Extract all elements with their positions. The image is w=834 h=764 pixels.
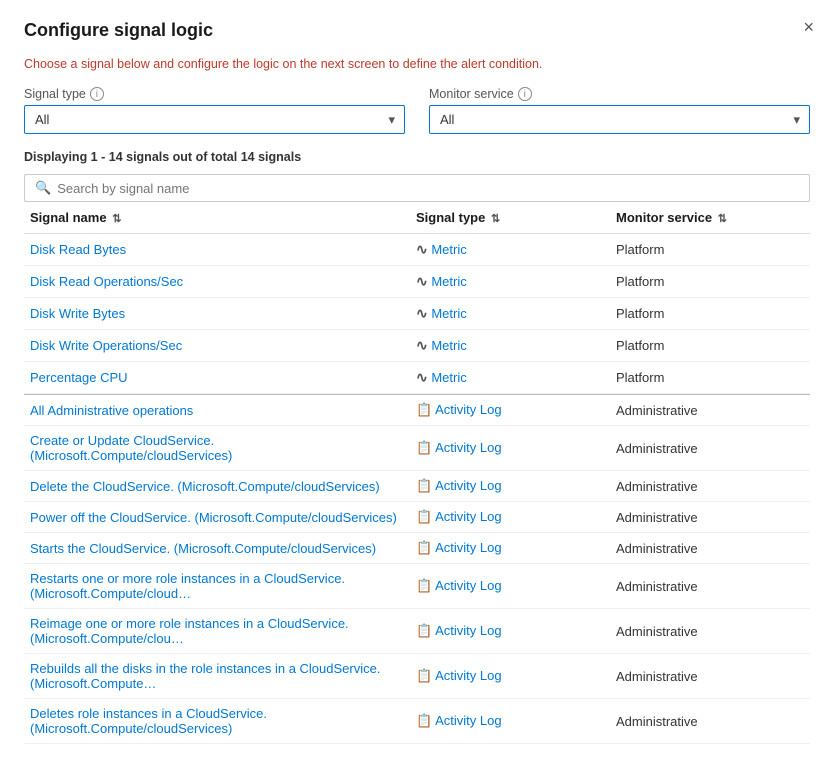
activity-log-icon: 📋	[416, 713, 432, 729]
table-header-row: Signal name ⇅ Signal type ⇅ Monitor serv…	[24, 202, 810, 234]
sort-signal-type-icon: ⇅	[491, 213, 500, 225]
table-row: Starts the CloudService. (Microsoft.Comp…	[24, 533, 810, 564]
search-box: 🔍	[24, 174, 810, 202]
signal-type-value: 📋 Activity Log	[416, 668, 502, 683]
signal-name-link[interactable]: Deletes role instances in a CloudService…	[30, 706, 267, 736]
monitor-service-value: Administrative	[616, 579, 698, 594]
monitor-service-value: Administrative	[616, 510, 698, 525]
signal-type-value: 📋 Activity Log	[416, 509, 502, 524]
signal-count-text: Displaying 1 - 14 signals out of total 1…	[24, 150, 810, 164]
monitor-service-select[interactable]: All Platform Administrative	[429, 105, 810, 134]
signal-name-link[interactable]: Disk Read Bytes	[30, 242, 126, 257]
signal-type-value: ∿ Metric	[416, 242, 467, 257]
signal-type-value: 📋 Activity Log	[416, 402, 502, 417]
activity-log-icon: 📋	[416, 668, 432, 684]
monitor-service-value: Platform	[616, 274, 664, 289]
signal-type-value: 📋 Activity Log	[416, 540, 502, 555]
signal-type-value: ∿ Metric	[416, 338, 467, 353]
metric-icon: ∿	[416, 273, 428, 290]
table-row: Disk Write Bytes ∿ Metric Platform	[24, 298, 810, 330]
table-row: Disk Read Operations/Sec ∿ Metric Platform	[24, 266, 810, 298]
col-monitor-service[interactable]: Monitor service ⇅	[610, 202, 810, 234]
table-row: Percentage CPU ∿ Metric Platform	[24, 362, 810, 394]
signal-type-select[interactable]: All Metric Activity Log	[24, 105, 405, 134]
signal-name-link[interactable]: Restarts one or more role instances in a…	[30, 571, 345, 601]
monitor-service-value: Administrative	[616, 624, 698, 639]
monitor-service-select-wrapper: All Platform Administrative	[429, 105, 810, 134]
signal-name-link[interactable]: All Administrative operations	[30, 403, 193, 418]
monitor-service-label: Monitor service i	[429, 87, 810, 101]
signal-type-info-icon[interactable]: i	[90, 87, 104, 101]
signal-name-link[interactable]: Create or Update CloudService. (Microsof…	[30, 433, 232, 463]
configure-signal-panel: Configure signal logic × Choose a signal…	[0, 0, 834, 764]
monitor-service-value: Platform	[616, 306, 664, 321]
signal-name-link[interactable]: Delete the CloudService. (Microsoft.Comp…	[30, 479, 380, 494]
signal-type-value: 📋 Activity Log	[416, 623, 502, 638]
close-button[interactable]: ×	[803, 18, 814, 36]
table-row: Disk Write Operations/Sec ∿ Metric Platfor…	[24, 330, 810, 362]
signal-name-link[interactable]: Percentage CPU	[30, 370, 128, 385]
activity-log-icon: 📋	[416, 402, 432, 418]
sort-signal-name-icon: ⇅	[112, 213, 121, 225]
table-row: Rebuilds all the disks in the role insta…	[24, 654, 810, 699]
monitor-service-info-icon[interactable]: i	[518, 87, 532, 101]
filter-row: Signal type i All Metric Activity Log Mo…	[24, 87, 810, 134]
signal-name-link[interactable]: Power off the CloudService. (Microsoft.C…	[30, 510, 397, 525]
table-row: Restarts one or more role instances in a…	[24, 564, 810, 609]
monitor-service-value: Administrative	[616, 669, 698, 684]
col-signal-type[interactable]: Signal type ⇅	[410, 202, 610, 234]
signal-name-link[interactable]: Disk Write Bytes	[30, 306, 125, 321]
metric-icon: ∿	[416, 369, 428, 386]
monitor-service-value: Administrative	[616, 479, 698, 494]
metric-icon: ∿	[416, 241, 428, 258]
monitor-service-value: Platform	[616, 338, 664, 353]
table-row: Power off the CloudService. (Microsoft.C…	[24, 502, 810, 533]
activity-log-icon: 📋	[416, 540, 432, 556]
info-text: Choose a signal below and configure the …	[24, 57, 810, 71]
signal-type-select-wrapper: All Metric Activity Log	[24, 105, 405, 134]
monitor-service-value: Administrative	[616, 441, 698, 456]
monitor-service-value: Administrative	[616, 714, 698, 729]
activity-log-icon: 📋	[416, 478, 432, 494]
search-icon: 🔍	[35, 180, 51, 196]
table-row: All Administrative operations 📋 Activity …	[24, 395, 810, 426]
signal-name-link[interactable]: Reimage one or more role instances in a …	[30, 616, 349, 646]
panel-title: Configure signal logic	[24, 20, 810, 41]
search-input[interactable]	[57, 181, 799, 196]
signal-type-value: 📋 Activity Log	[416, 713, 502, 728]
signal-name-link[interactable]: Starts the CloudService. (Microsoft.Comp…	[30, 541, 376, 556]
monitor-service-value: Administrative	[616, 541, 698, 556]
table-row: Deletes role instances in a CloudService…	[24, 699, 810, 744]
table-row: Delete the CloudService. (Microsoft.Comp…	[24, 471, 810, 502]
signal-type-group: Signal type i All Metric Activity Log	[24, 87, 405, 134]
table-row: Disk Read Bytes ∿ Metric Platform	[24, 234, 810, 266]
signal-type-label: Signal type i	[24, 87, 405, 101]
monitor-service-value: Administrative	[616, 403, 698, 418]
activity-log-icon: 📋	[416, 440, 432, 456]
signal-name-link[interactable]: Disk Write Operations/Sec	[30, 338, 182, 353]
signal-type-value: ∿ Metric	[416, 274, 467, 289]
activity-log-icon: 📋	[416, 509, 432, 525]
monitor-service-value: Platform	[616, 370, 664, 385]
signal-type-value: 📋 Activity Log	[416, 440, 502, 455]
signal-name-link[interactable]: Disk Read Operations/Sec	[30, 274, 183, 289]
table-row: Reimage one or more role instances in a …	[24, 609, 810, 654]
monitor-service-value: Platform	[616, 242, 664, 257]
signal-type-value: 📋 Activity Log	[416, 478, 502, 493]
metric-icon: ∿	[416, 337, 428, 354]
sort-monitor-service-icon: ⇅	[718, 213, 727, 225]
signal-type-value: ∿ Metric	[416, 306, 467, 321]
monitor-service-group: Monitor service i All Platform Administr…	[429, 87, 810, 134]
activity-log-icon: 📋	[416, 623, 432, 639]
col-signal-name[interactable]: Signal name ⇅	[24, 202, 410, 234]
signal-type-value: ∿ Metric	[416, 370, 467, 385]
table-row: Create or Update CloudService. (Microsof…	[24, 426, 810, 471]
signals-table: Signal name ⇅ Signal type ⇅ Monitor serv…	[24, 202, 810, 744]
metric-icon: ∿	[416, 305, 428, 322]
activity-log-icon: 📋	[416, 578, 432, 594]
signal-name-link[interactable]: Rebuilds all the disks in the role insta…	[30, 661, 380, 691]
signal-type-value: 📋 Activity Log	[416, 578, 502, 593]
